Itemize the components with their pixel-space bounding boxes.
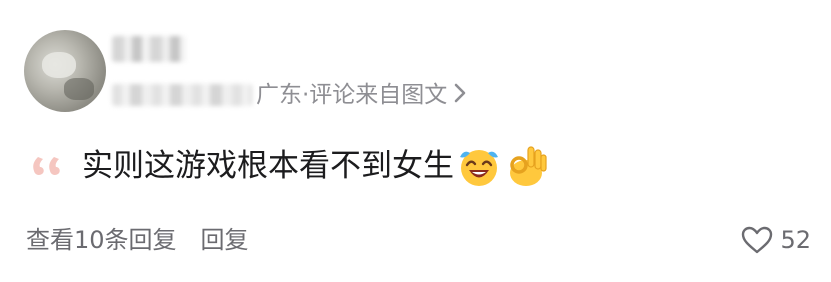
meta-blurred xyxy=(112,84,252,106)
heart-icon xyxy=(742,226,773,254)
comment-meta[interactable]: 广东·评论来自图文 xyxy=(112,78,467,112)
like-count: 52 xyxy=(780,226,811,254)
comment-actions: 查看10条回复 回复 xyxy=(26,222,249,258)
chevron-right-icon xyxy=(453,82,467,108)
quote-icon xyxy=(33,157,60,175)
location-source-label: 广东·评论来自图文 xyxy=(256,81,448,108)
comment-card: 广东·评论来自图文 实则这游戏根本看不到女生 查看10条回复 回复 52 xyxy=(0,0,831,282)
comment-text: 实则这游戏根本看不到女生 xyxy=(82,147,454,184)
username-blurred[interactable] xyxy=(112,36,186,62)
avatar-detail xyxy=(42,52,76,78)
avatar[interactable] xyxy=(24,30,106,112)
comment-body: 实则这游戏根本看不到女生 xyxy=(30,138,550,194)
ok-hand-emoji-icon xyxy=(510,146,547,186)
like-button[interactable]: 52 xyxy=(740,222,811,258)
avatar-detail xyxy=(64,78,94,100)
view-replies-link[interactable]: 查看10条回复 xyxy=(26,228,177,252)
reply-button[interactable]: 回复 xyxy=(201,228,249,252)
laughing-crying-emoji-icon xyxy=(460,150,498,186)
